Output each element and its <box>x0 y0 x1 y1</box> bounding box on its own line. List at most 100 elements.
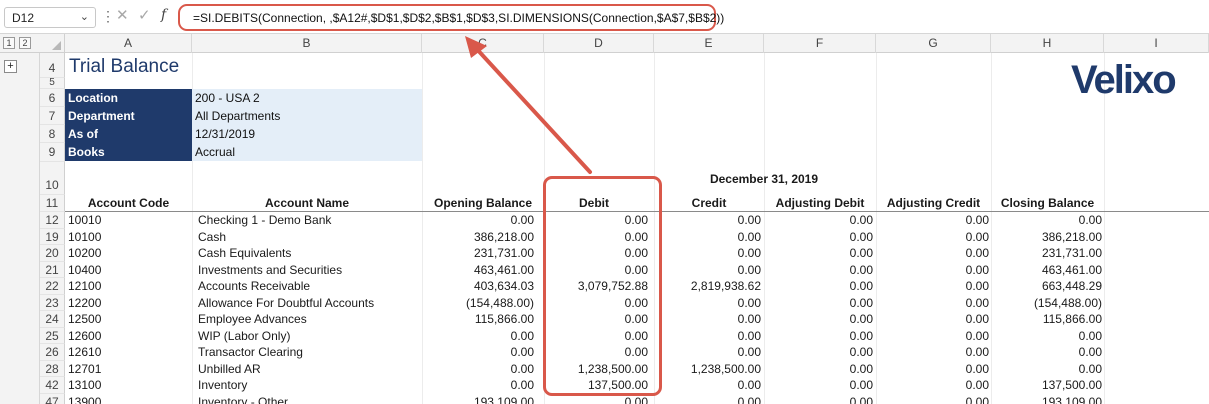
formula-input[interactable]: =SI.DEBITS(Connection, ,$A12#,$D$1,$D$2,… <box>178 4 724 31</box>
cell-account-code[interactable]: 12500 <box>68 311 190 327</box>
column-header-i[interactable]: I <box>1104 34 1209 53</box>
row-header[interactable]: 20 <box>40 245 65 262</box>
cell-closing-balance[interactable]: 0.00 <box>991 361 1102 377</box>
cell-adjusting-debit[interactable]: 0.00 <box>764 328 873 344</box>
cell-closing-balance[interactable]: 0.00 <box>991 344 1102 360</box>
column-header-f[interactable]: F <box>764 34 876 53</box>
cell-adjusting-debit[interactable]: 0.00 <box>764 229 873 245</box>
cancel-icon[interactable]: ✕ <box>116 6 129 24</box>
cell-account-name[interactable]: Inventory <box>198 377 420 393</box>
cell-account-name[interactable]: Employee Advances <box>198 311 420 327</box>
cell-account-name[interactable]: Cash <box>198 229 420 245</box>
more-options-icon[interactable]: ⋮ <box>101 8 115 24</box>
cell-opening-balance[interactable]: 463,461.00 <box>422 262 534 278</box>
cell-adjusting-credit[interactable]: 0.00 <box>876 394 989 404</box>
cell-account-code[interactable]: 12600 <box>68 328 190 344</box>
cell-opening-balance[interactable]: 0.00 <box>422 328 534 344</box>
cell-adjusting-credit[interactable]: 0.00 <box>876 278 989 294</box>
cell-opening-balance[interactable]: 403,634.03 <box>422 278 534 294</box>
row-header[interactable]: 10 <box>40 162 65 195</box>
cell-credit[interactable]: 0.00 <box>654 212 761 228</box>
cell-opening-balance[interactable]: 0.00 <box>422 377 534 393</box>
expand-group-button[interactable]: + <box>4 60 17 73</box>
cell-adjusting-debit[interactable]: 0.00 <box>764 245 873 261</box>
cell-adjusting-debit[interactable]: 0.00 <box>764 361 873 377</box>
row-header[interactable]: 19 <box>40 228 65 245</box>
cell-adjusting-debit[interactable]: 0.00 <box>764 212 873 228</box>
row-header[interactable]: 24 <box>40 311 65 328</box>
column-header-c[interactable]: C <box>422 34 544 53</box>
column-header-h[interactable]: H <box>991 34 1104 53</box>
cell-closing-balance[interactable]: (154,488.00) <box>991 295 1102 311</box>
filter-value-as-of[interactable]: 12/31/2019 <box>192 125 422 143</box>
cell-account-name[interactable]: WIP (Labor Only) <box>198 328 420 344</box>
cell-credit[interactable]: 1,238,500.00 <box>654 361 761 377</box>
enter-icon[interactable]: ✓ <box>138 6 151 24</box>
cell-opening-balance[interactable]: 0.00 <box>422 212 534 228</box>
cell-closing-balance[interactable]: 231,731.00 <box>991 245 1102 261</box>
row-header[interactable]: 25 <box>40 327 65 344</box>
cell-closing-balance[interactable]: 115,866.00 <box>991 311 1102 327</box>
cell-closing-balance[interactable]: 463,461.00 <box>991 262 1102 278</box>
cell-opening-balance[interactable]: 231,731.00 <box>422 245 534 261</box>
cell-adjusting-credit[interactable]: 0.00 <box>876 229 989 245</box>
cell-credit[interactable]: 0.00 <box>654 229 761 245</box>
row-header[interactable]: 6 <box>40 89 65 107</box>
chevron-down-icon[interactable]: ⌄ <box>80 10 89 23</box>
row-header[interactable]: 47 <box>40 393 65 404</box>
row-header[interactable]: 8 <box>40 125 65 143</box>
row-header[interactable]: 42 <box>40 377 65 394</box>
cell-closing-balance[interactable]: 0.00 <box>991 328 1102 344</box>
cell-closing-balance[interactable]: 663,448.29 <box>991 278 1102 294</box>
cell-account-name[interactable]: Allowance For Doubtful Accounts <box>198 295 420 311</box>
cell-adjusting-credit[interactable]: 0.00 <box>876 361 989 377</box>
cell-account-code[interactable]: 13900 <box>68 394 190 404</box>
select-all-button[interactable] <box>40 34 65 53</box>
row-header[interactable]: 28 <box>40 360 65 377</box>
cell-adjusting-credit[interactable]: 0.00 <box>876 344 989 360</box>
cell-account-code[interactable]: 12610 <box>68 344 190 360</box>
cell-adjusting-credit[interactable]: 0.00 <box>876 245 989 261</box>
cell-closing-balance[interactable]: 386,218.00 <box>991 229 1102 245</box>
cell-closing-balance[interactable]: 137,500.00 <box>991 377 1102 393</box>
row-header[interactable]: 21 <box>40 261 65 278</box>
cell-credit[interactable]: 2,819,938.62 <box>654 278 761 294</box>
cell-account-name[interactable]: Unbilled AR <box>198 361 420 377</box>
cell-account-code[interactable]: 12100 <box>68 278 190 294</box>
cell-opening-balance[interactable]: 386,218.00 <box>422 229 534 245</box>
cell-credit[interactable]: 0.00 <box>654 311 761 327</box>
column-header-e[interactable]: E <box>654 34 764 53</box>
cell-account-name[interactable]: Cash Equivalents <box>198 245 420 261</box>
outline-level-1-button[interactable]: 1 <box>3 37 15 49</box>
cell-adjusting-credit[interactable]: 0.00 <box>876 328 989 344</box>
row-header[interactable]: 9 <box>40 143 65 162</box>
cell-account-name[interactable]: Inventory - Other <box>198 394 420 404</box>
cell-account-code[interactable]: 10200 <box>68 245 190 261</box>
cell-closing-balance[interactable]: 193,109.00 <box>991 394 1102 404</box>
cell-adjusting-debit[interactable]: 0.00 <box>764 311 873 327</box>
filter-value-books[interactable]: Accrual <box>192 143 422 161</box>
cell-account-code[interactable]: 10010 <box>68 212 190 228</box>
row-header[interactable]: 26 <box>40 344 65 361</box>
row-header[interactable]: 4 <box>40 53 65 78</box>
cell-opening-balance[interactable]: (154,488.00) <box>422 295 534 311</box>
cell-credit[interactable]: 0.00 <box>654 295 761 311</box>
cell-credit[interactable]: 0.00 <box>654 377 761 393</box>
cell-account-code[interactable]: 12701 <box>68 361 190 377</box>
cell-credit[interactable]: 0.00 <box>654 245 761 261</box>
cell-closing-balance[interactable]: 0.00 <box>991 212 1102 228</box>
row-header[interactable]: 12 <box>40 212 65 229</box>
cell-adjusting-debit[interactable]: 0.00 <box>764 295 873 311</box>
cell-credit[interactable]: 0.00 <box>654 394 761 404</box>
cell-account-code[interactable]: 13100 <box>68 377 190 393</box>
cell-credit[interactable]: 0.00 <box>654 262 761 278</box>
column-header-b[interactable]: B <box>192 34 422 53</box>
filter-value-department[interactable]: All Departments <box>192 107 422 125</box>
cell-adjusting-debit[interactable]: 0.00 <box>764 377 873 393</box>
column-header-a[interactable]: A <box>65 34 192 53</box>
outline-level-2-button[interactable]: 2 <box>19 37 31 49</box>
cell-adjusting-debit[interactable]: 0.00 <box>764 262 873 278</box>
cell-adjusting-credit[interactable]: 0.00 <box>876 295 989 311</box>
row-header[interactable]: 23 <box>40 294 65 311</box>
column-header-g[interactable]: G <box>876 34 991 53</box>
